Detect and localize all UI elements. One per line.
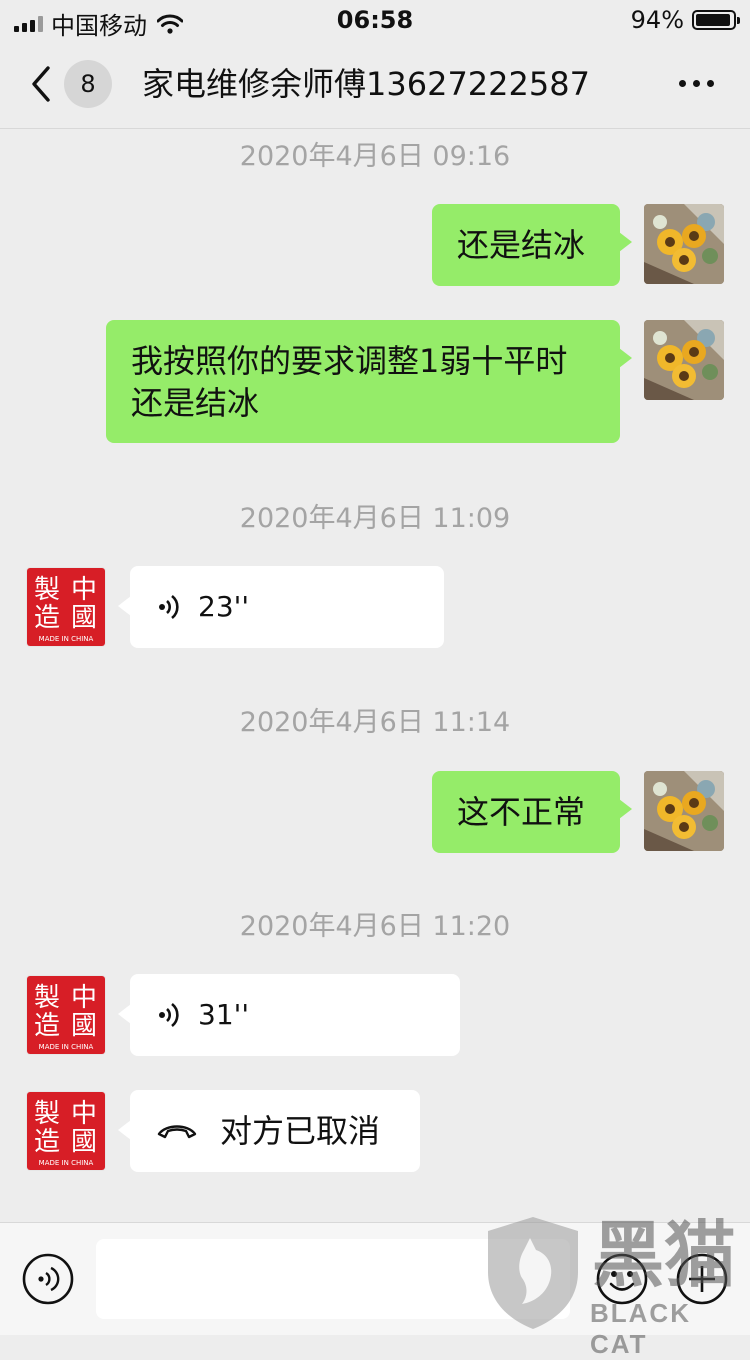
- message-text-line: 还是结冰: [131, 384, 260, 422]
- cat-shield-logo: [488, 1217, 578, 1329]
- status-bar: 中国移动 06:58 94%: [0, 0, 750, 40]
- chat-title: 家电维修余师傅13627222587: [142, 65, 590, 103]
- black-cat-watermark: 黑猫 BLACK CAT: [480, 1213, 750, 1359]
- made-in-china-seal: 製 中 造 國 MADE IN CHINA: [27, 1092, 105, 1170]
- battery-fill: [696, 14, 730, 26]
- outgoing-message-bubble[interactable]: 还是结冰: [432, 204, 632, 286]
- voice-wave-icon: [159, 1002, 179, 1028]
- timestamp: 2020年4月6日 09:16: [239, 141, 511, 172]
- message-text: 这不正常: [457, 793, 586, 831]
- my-avatar[interactable]: [644, 320, 724, 400]
- seal-caption: MADE IN CHINA: [39, 635, 94, 643]
- message-text: 还是结冰: [457, 226, 586, 264]
- status-right: 94%: [630, 6, 740, 34]
- seal-char: 中: [71, 575, 97, 605]
- timestamp: 2020年4月6日 11:09: [239, 503, 511, 534]
- sunflower-bouquet-image: [644, 204, 724, 284]
- seal-char: 國: [71, 1011, 97, 1041]
- incoming-call-record[interactable]: 对方已取消: [118, 1090, 420, 1172]
- seal-char: 造: [34, 1127, 60, 1157]
- seal-char: 國: [71, 1127, 97, 1157]
- battery-percent: 94%: [630, 6, 684, 34]
- message-text-line: 我按照你的要求调整1弱十平时: [131, 342, 568, 380]
- contact-avatar[interactable]: 製 中 造 國 MADE IN CHINA: [26, 567, 106, 647]
- seal-char: 中: [71, 983, 97, 1013]
- more-dots-icon[interactable]: [679, 80, 714, 87]
- incoming-voice-message[interactable]: 23'': [118, 566, 444, 648]
- watermark-text: BLACK CAT: [590, 1298, 691, 1359]
- seal-char: 製: [34, 575, 60, 605]
- seal-char: 製: [34, 1099, 60, 1129]
- voice-wave-icon: [159, 594, 179, 620]
- seal-caption: MADE IN CHINA: [39, 1159, 94, 1167]
- timestamp: 2020年4月6日 11:20: [239, 911, 511, 942]
- back-chevron-icon[interactable]: [26, 62, 56, 106]
- seal-caption: MADE IN CHINA: [39, 1043, 94, 1051]
- call-status-text: 对方已取消: [220, 1112, 381, 1150]
- voice-input-icon[interactable]: [22, 1253, 74, 1305]
- voice-duration: 31'': [198, 998, 250, 1031]
- phone-hangup-icon: [157, 1125, 197, 1139]
- seal-char: 中: [71, 1099, 97, 1129]
- voice-duration: 23'': [198, 590, 250, 623]
- chat-header: 8 家电维修余师傅13627222587: [0, 40, 750, 129]
- made-in-china-seal: 製 中 造 國 MADE IN CHINA: [27, 976, 105, 1054]
- incoming-voice-message[interactable]: 31'': [118, 974, 460, 1056]
- unread-count-badge[interactable]: 8: [64, 60, 112, 108]
- watermark-chars: 黑猫: [592, 1213, 737, 1297]
- made-in-china-seal: 製 中 造 國 MADE IN CHINA: [27, 568, 105, 646]
- sunflower-bouquet-image: [644, 320, 724, 400]
- timestamp: 2020年4月6日 11:14: [239, 707, 511, 738]
- seal-char: 造: [34, 1011, 60, 1041]
- battery-icon: [692, 10, 740, 30]
- my-avatar[interactable]: [644, 771, 724, 851]
- contact-avatar[interactable]: 製 中 造 國 MADE IN CHINA: [26, 1091, 106, 1171]
- seal-char: 造: [34, 603, 60, 633]
- sunflower-bouquet-image: [644, 771, 724, 851]
- seal-char: 製: [34, 983, 60, 1013]
- outgoing-message-bubble[interactable]: 我按照你的要求调整1弱十平时 还是结冰: [106, 320, 632, 443]
- my-avatar[interactable]: [644, 204, 724, 284]
- contact-avatar[interactable]: 製 中 造 國 MADE IN CHINA: [26, 975, 106, 1055]
- outgoing-message-bubble[interactable]: 这不正常: [432, 771, 632, 853]
- seal-char: 國: [71, 603, 97, 633]
